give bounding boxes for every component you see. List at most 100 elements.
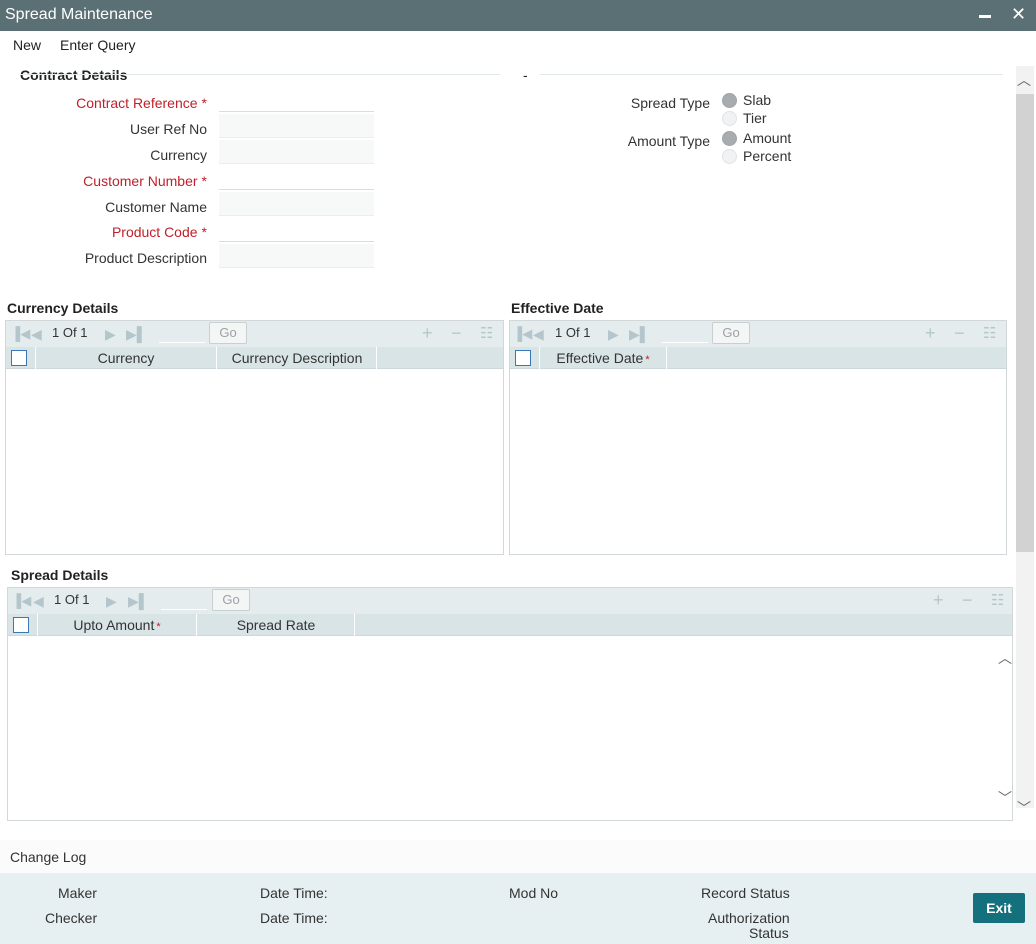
user-ref-no-label: User Ref No (129, 121, 207, 137)
new-menu-item[interactable]: New (13, 37, 41, 53)
exit-button[interactable]: Exit (973, 893, 1025, 923)
single-view-icon[interactable]: ☷ (991, 591, 1004, 609)
spread-type-label: Spread Type (630, 95, 710, 111)
customer-name-input[interactable] (219, 192, 374, 216)
add-row-icon[interactable]: + (925, 323, 936, 344)
change-log-title: Change Log (10, 849, 87, 865)
add-row-icon[interactable]: + (933, 590, 944, 611)
footer (0, 873, 1036, 944)
page-number-input[interactable] (159, 323, 205, 343)
prev-page-icon[interactable]: ◀ (31, 326, 42, 343)
currency-label: Currency (150, 147, 207, 163)
go-button[interactable]: Go (212, 589, 250, 611)
page-number-input[interactable] (161, 590, 207, 610)
amount-type-percent-radio[interactable]: Percent (722, 148, 791, 164)
select-all-checkbox[interactable] (11, 350, 27, 366)
product-description-label: Product Description (84, 250, 207, 266)
spread-type-slab-radio[interactable]: Slab (722, 92, 771, 108)
radio-selected-icon (722, 92, 737, 108)
radio-icon (722, 148, 737, 164)
minimize-icon[interactable] (979, 15, 991, 18)
maker-label: Maker (58, 885, 97, 901)
scroll-down-icon[interactable]: ﹀ (1017, 798, 1031, 818)
column-header[interactable]: Upto Amount * (38, 617, 196, 633)
last-page-icon[interactable]: ▶▌ (629, 326, 650, 343)
select-all-checkbox[interactable] (13, 617, 29, 633)
divider (20, 74, 500, 75)
product-code-input[interactable] (219, 218, 374, 242)
customer-number-input[interactable] (219, 166, 374, 190)
contract-details-title: Contract Details (20, 67, 128, 83)
column-header[interactable]: Currency (36, 350, 216, 366)
prev-page-icon[interactable]: ◀ (33, 593, 44, 610)
product-description-input[interactable] (219, 244, 374, 268)
next-page-icon[interactable]: ▶ (608, 326, 619, 343)
currency-grid-header: Currency Currency Description (6, 347, 503, 369)
effective-date-grid-header: Effective Date * (510, 347, 1006, 369)
currency-input[interactable] (219, 140, 374, 164)
close-icon[interactable]: ✕ (1011, 4, 1026, 25)
customer-name-label: Customer Name (105, 199, 207, 215)
grid-scrollbar[interactable]: ︿ ﹀ (997, 636, 1012, 820)
go-button[interactable]: Go (712, 322, 750, 344)
menu-bar: New Enter Query (0, 31, 1036, 58)
currency-details-grid: ▐◀ ◀ 1 Of 1 ▶ ▶▌ Go + − ☷ Currency Curre… (5, 320, 504, 555)
page-number-input[interactable] (662, 323, 708, 343)
user-ref-no-input[interactable] (219, 114, 374, 138)
column-header[interactable]: Effective Date * (540, 350, 666, 366)
main-scrollbar-thumb[interactable] (1016, 94, 1034, 552)
spread-grid-header: Upto Amount * Spread Rate (8, 614, 1012, 636)
customer-number-label: Customer Number * (83, 173, 207, 189)
effective-date-title: Effective Date (511, 300, 604, 316)
contract-reference-label: Contract Reference * (76, 95, 207, 111)
column-header[interactable]: Currency Description (217, 350, 377, 366)
enter-query-menu-item[interactable]: Enter Query (60, 37, 135, 53)
single-view-icon[interactable]: ☷ (480, 324, 493, 342)
spread-pager: ▐◀ ◀ 1 Of 1 ▶ ▶▌ Go + − ☷ (8, 588, 1012, 614)
currency-pager: ▐◀ ◀ 1 Of 1 ▶ ▶▌ Go + − ☷ (6, 321, 503, 347)
currency-details-title: Currency Details (7, 300, 119, 316)
prev-page-icon[interactable]: ◀ (533, 326, 544, 343)
effective-date-grid: ▐◀ ◀ 1 Of 1 ▶ ▶▌ Go + − ☷ Effective Date… (509, 320, 1007, 555)
scroll-down-icon[interactable]: ﹀ (998, 788, 1012, 808)
next-page-icon[interactable]: ▶ (106, 593, 117, 610)
first-page-icon[interactable]: ▐◀ (11, 326, 30, 342)
scroll-up-icon[interactable]: ︿ (1017, 70, 1031, 90)
mod-no-label: Mod No (509, 885, 559, 901)
column-header[interactable]: Spread Rate (197, 617, 355, 633)
right-section-title: - (523, 67, 528, 83)
radio-icon (722, 110, 737, 126)
change-log-bar: Change Log (0, 840, 1036, 873)
spread-details-grid: ▐◀ ◀ 1 Of 1 ▶ ▶▌ Go + − ☷ Upto Amount * S… (7, 587, 1013, 821)
record-status-label: Record Status (701, 885, 790, 901)
delete-row-icon[interactable]: − (451, 323, 462, 344)
effective-date-pager: ▐◀ ◀ 1 Of 1 ▶ ▶▌ Go + − ☷ (510, 321, 1006, 347)
maker-date-time-label: Date Time: (260, 885, 328, 901)
scroll-up-icon[interactable]: ︿ (998, 648, 1012, 668)
next-page-icon[interactable]: ▶ (105, 326, 116, 343)
window-title: Spread Maintenance (5, 6, 153, 23)
checker-date-time-label: Date Time: (260, 910, 328, 926)
authorization-status-label: Status (749, 925, 789, 941)
amount-type-amount-radio[interactable]: Amount (722, 130, 791, 146)
amount-type-label: Amount Type (627, 133, 710, 149)
spread-type-tier-radio[interactable]: Tier (722, 110, 767, 126)
radio-selected-icon (722, 130, 737, 146)
go-button[interactable]: Go (209, 322, 247, 344)
spread-details-title: Spread Details (11, 567, 109, 583)
single-view-icon[interactable]: ☷ (983, 324, 996, 342)
delete-row-icon[interactable]: − (962, 590, 973, 611)
product-code-label: Product Code * (111, 224, 207, 240)
checker-label: Checker (45, 910, 98, 926)
last-page-icon[interactable]: ▶▌ (128, 593, 149, 610)
authorization-label: Authorization (708, 910, 790, 926)
first-page-icon[interactable]: ▐◀ (513, 326, 532, 342)
contract-reference-input[interactable] (219, 88, 374, 112)
divider (540, 74, 1003, 75)
delete-row-icon[interactable]: − (954, 323, 965, 344)
add-row-icon[interactable]: + (422, 323, 433, 344)
first-page-icon[interactable]: ▐◀ (12, 593, 31, 609)
window-titlebar: Spread Maintenance ✕ (0, 0, 1036, 31)
last-page-icon[interactable]: ▶▌ (126, 326, 147, 343)
select-all-checkbox[interactable] (515, 350, 531, 366)
